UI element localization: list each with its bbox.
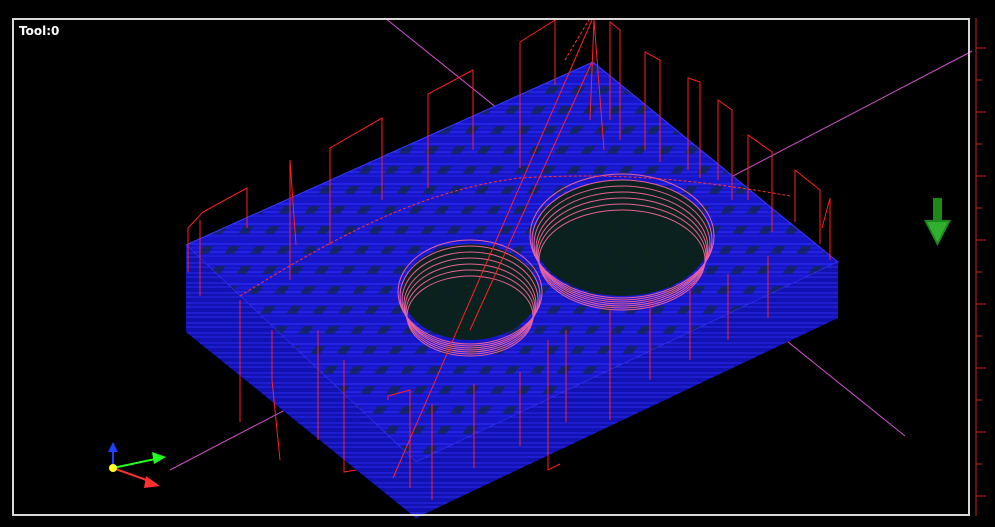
viewport-frame <box>12 18 970 516</box>
tool-label: Tool:0 <box>19 24 60 38</box>
ruler-ticks <box>975 18 986 516</box>
vertical-ruler[interactable] <box>972 18 995 516</box>
cam-3d-viewport[interactable]: Tool:0 <box>0 0 995 527</box>
